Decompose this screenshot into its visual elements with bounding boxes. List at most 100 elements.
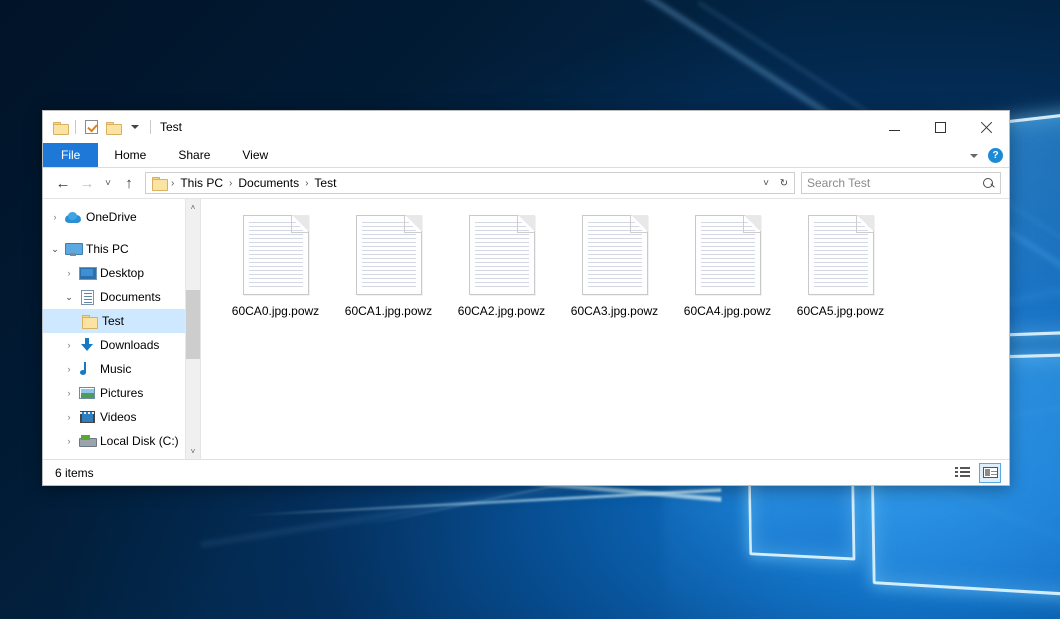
up-button[interactable]: ↑	[117, 171, 141, 195]
folder-icon	[152, 177, 167, 189]
sidebar-item-label: Videos	[97, 410, 136, 424]
tab-file[interactable]: File	[43, 143, 98, 167]
sidebar-item-local-disk[interactable]: › Local Disk (C:)	[43, 429, 200, 453]
sidebar-item-videos[interactable]: › Videos	[43, 405, 200, 429]
properties-checkbox-icon[interactable]	[81, 117, 101, 137]
refresh-icon[interactable]: ↻	[776, 174, 792, 192]
sidebar-item-label: Downloads	[97, 338, 159, 352]
window-controls	[871, 111, 1009, 143]
file-name-label: 60CA0.jpg.powz	[232, 304, 319, 318]
list-item[interactable]: 60CA3.jpg.powz	[558, 213, 671, 341]
chevron-right-icon[interactable]: ›	[61, 436, 77, 446]
file-name-label: 60CA3.jpg.powz	[571, 304, 658, 318]
onedrive-icon	[63, 212, 83, 223]
sidebar-item-onedrive[interactable]: › OneDrive	[43, 205, 200, 229]
generic-document-icon	[808, 215, 874, 295]
scrollbar-track[interactable]	[186, 215, 201, 443]
file-explorer-window: Test File Home Share View ? ← → ˅ ↑	[42, 110, 1010, 486]
close-button[interactable]	[963, 111, 1009, 143]
back-button[interactable]: ←	[51, 171, 75, 195]
list-item[interactable]: 60CA0.jpg.powz	[219, 213, 332, 341]
address-breadcrumb-bar[interactable]: › This PC › Documents › Test ˅ ↻	[145, 172, 795, 194]
chevron-down-icon[interactable]	[125, 117, 145, 137]
toolbar-divider	[75, 120, 76, 134]
videos-icon	[77, 411, 97, 423]
help-button[interactable]: ?	[988, 148, 1003, 163]
navigation-pane-scrollbar[interactable]: ˄ ˅	[185, 199, 200, 459]
sidebar-item-label: Local Disk (C:)	[97, 434, 179, 448]
sidebar-item-label: Pictures	[97, 386, 143, 400]
maximize-button[interactable]	[917, 111, 963, 143]
sidebar-item-music[interactable]: › Music	[43, 357, 200, 381]
list-item[interactable]: 60CA5.jpg.powz	[784, 213, 897, 341]
chevron-right-icon[interactable]: ›	[61, 388, 77, 398]
chevron-down-icon[interactable]: ˅	[758, 174, 774, 192]
chevron-down-icon[interactable]: ⌄	[61, 292, 77, 303]
chevron-down-icon[interactable]: ⌄	[47, 244, 63, 255]
sidebar-item-desktop[interactable]: › Desktop	[43, 261, 200, 285]
quick-access-toolbar	[43, 117, 154, 137]
sidebar-item-label: Test	[99, 314, 124, 328]
file-name-label: 60CA4.jpg.powz	[684, 304, 771, 318]
chevron-right-icon[interactable]: ›	[47, 212, 63, 222]
generic-document-icon	[356, 215, 422, 295]
sidebar-item-label: Documents	[97, 290, 161, 304]
chevron-right-icon[interactable]: ›	[61, 340, 77, 350]
sidebar-item-downloads[interactable]: › Downloads	[43, 333, 200, 357]
scroll-up-arrow[interactable]: ˄	[186, 199, 201, 215]
tab-home[interactable]: Home	[98, 143, 162, 167]
folder-icon	[79, 315, 99, 327]
tab-view[interactable]: View	[226, 143, 284, 167]
chevron-right-icon[interactable]: ›	[61, 364, 77, 374]
ribbon-tab-bar: File Home Share View ?	[43, 143, 1009, 168]
generic-document-icon	[469, 215, 535, 295]
breadcrumb-item-documents[interactable]: Documents	[233, 176, 304, 190]
forward-button: →	[75, 171, 99, 195]
breadcrumb-item-this-pc[interactable]: This PC	[175, 176, 228, 190]
desktop-icon	[77, 267, 97, 279]
window-title: Test	[160, 120, 182, 134]
breadcrumb-item-test[interactable]: Test	[309, 176, 341, 190]
list-item[interactable]: 60CA1.jpg.powz	[332, 213, 445, 341]
ribbon-right-controls: ?	[970, 143, 1003, 168]
recent-locations-button[interactable]: ˅	[99, 171, 117, 195]
documents-icon	[77, 290, 97, 305]
generic-document-icon	[695, 215, 761, 295]
chevron-right-icon[interactable]: ›	[61, 268, 77, 278]
breadcrumb: › This PC › Documents › Test	[170, 176, 341, 190]
file-list-view[interactable]: 60CA0.jpg.powz 60CA1.jpg.powz 60CA2.jpg.…	[200, 199, 1009, 459]
sidebar-item-label: Music	[97, 362, 131, 376]
chevron-right-icon[interactable]: ›	[61, 412, 77, 422]
address-bar-row: ← → ˅ ↑ › This PC › Documents › Test ˅ ↻	[43, 168, 1009, 198]
music-icon	[77, 362, 97, 376]
search-placeholder: Search Test	[807, 176, 870, 190]
scroll-down-arrow[interactable]: ˅	[186, 443, 201, 459]
details-view-icon[interactable]	[951, 463, 973, 483]
scrollbar-thumb[interactable]	[186, 290, 201, 358]
list-item[interactable]: 60CA4.jpg.powz	[671, 213, 784, 341]
minimize-button[interactable]	[871, 111, 917, 143]
toolbar-divider	[150, 120, 151, 134]
sidebar-item-label: This PC	[83, 242, 129, 256]
downloads-icon	[77, 338, 97, 352]
search-input[interactable]: Search Test	[801, 172, 1001, 194]
sidebar-item-this-pc[interactable]: ⌄ This PC	[43, 237, 200, 261]
large-icons-view-icon[interactable]	[979, 463, 1001, 483]
folder-icon[interactable]	[50, 117, 70, 137]
navigation-pane: › OneDrive ⌄ This PC › Desktop ⌄	[43, 199, 200, 459]
tab-share[interactable]: Share	[162, 143, 226, 167]
sidebar-item-label: Desktop	[97, 266, 144, 280]
pictures-icon	[77, 387, 97, 399]
search-icon[interactable]	[983, 178, 994, 189]
list-item[interactable]: 60CA2.jpg.powz	[445, 213, 558, 341]
chevron-down-icon[interactable]	[970, 154, 978, 158]
sidebar-item-documents[interactable]: ⌄ Documents	[43, 285, 200, 309]
sidebar-item-test[interactable]: Test	[43, 309, 200, 333]
sidebar-item-pictures[interactable]: › Pictures	[43, 381, 200, 405]
address-bar-right-controls: ˅ ↻	[758, 174, 792, 192]
explorer-body: › OneDrive ⌄ This PC › Desktop ⌄	[43, 198, 1009, 459]
new-folder-icon[interactable]	[103, 117, 123, 137]
status-bar: 6 items	[43, 459, 1009, 485]
title-bar[interactable]: Test	[43, 111, 1009, 143]
sidebar-item-label: OneDrive	[83, 210, 137, 224]
